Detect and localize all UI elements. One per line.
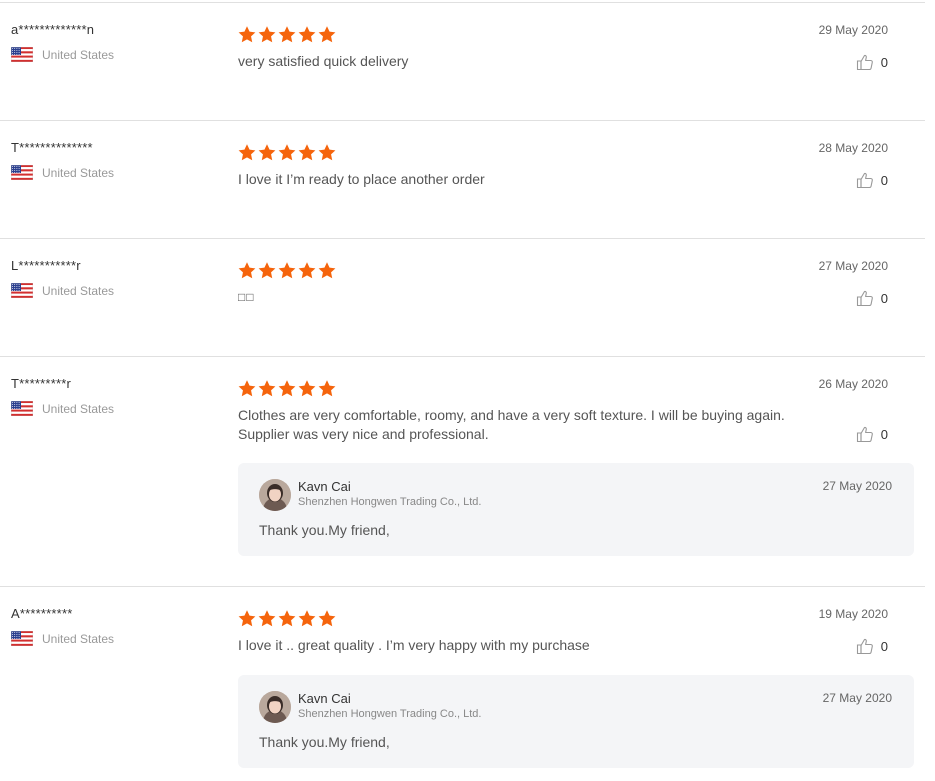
star-icon bbox=[278, 144, 296, 161]
helpful-count: 0 bbox=[880, 290, 888, 306]
reviewer-country: United States bbox=[11, 165, 114, 180]
country-name: United States bbox=[42, 47, 115, 62]
country-name: United States bbox=[42, 401, 115, 416]
review-item: a*************n United States very satis… bbox=[0, 2, 925, 120]
star-rating bbox=[237, 379, 337, 398]
star-icon bbox=[318, 144, 336, 161]
review-text: Clothes are very comfortable, roomy, and… bbox=[238, 407, 785, 442]
helpful-button[interactable]: 0 bbox=[856, 289, 888, 307]
review-item: L***********r United States □□ 27 May 20… bbox=[0, 238, 925, 356]
review-date: 19 May 2020 bbox=[818, 607, 888, 621]
star-icon bbox=[278, 26, 296, 43]
star-icon bbox=[238, 262, 256, 279]
seller-name: Kavn Cai bbox=[298, 479, 351, 494]
star-icon bbox=[238, 144, 256, 161]
country-name: United States bbox=[42, 165, 115, 180]
reviewer-name: A********** bbox=[11, 606, 73, 621]
reply-text: Thank you.My friend, bbox=[259, 734, 390, 750]
star-icon bbox=[258, 610, 276, 627]
helpful-count: 0 bbox=[880, 54, 888, 70]
thumbs-up-icon[interactable] bbox=[856, 425, 874, 443]
us-flag-icon bbox=[11, 631, 33, 646]
star-icon bbox=[298, 610, 316, 627]
us-flag-icon bbox=[11, 401, 33, 416]
seller-store-name: Shenzhen Hongwen Trading Co., Ltd. bbox=[298, 496, 482, 508]
star-icon bbox=[278, 610, 296, 627]
star-icon bbox=[258, 380, 276, 397]
country-name: United States bbox=[42, 283, 115, 298]
seller-reply: Kavn Cai Shenzhen Hongwen Trading Co., L… bbox=[238, 675, 914, 768]
reviewer-info: a*************n United States bbox=[11, 22, 114, 62]
star-icon bbox=[258, 144, 276, 161]
star-icon bbox=[318, 610, 336, 627]
star-rating bbox=[237, 143, 337, 162]
reviewer-country: United States bbox=[11, 47, 114, 62]
review-date: 26 May 2020 bbox=[818, 377, 888, 391]
helpful-button[interactable]: 0 bbox=[856, 425, 888, 443]
helpful-button[interactable]: 0 bbox=[856, 53, 888, 71]
review-item: A********** United States I love it .. g… bbox=[0, 586, 925, 781]
review-date: 28 May 2020 bbox=[818, 141, 888, 155]
review-item: T*********r United States Clothes are ve… bbox=[0, 356, 925, 586]
review-list: a*************n United States very satis… bbox=[0, 0, 935, 781]
thumbs-up-icon[interactable] bbox=[856, 289, 874, 307]
star-icon bbox=[318, 26, 336, 43]
star-rating bbox=[237, 609, 337, 628]
star-icon bbox=[318, 262, 336, 279]
thumbs-up-icon[interactable] bbox=[856, 171, 874, 189]
helpful-count: 0 bbox=[880, 172, 888, 188]
seller-avatar bbox=[259, 479, 291, 511]
helpful-button[interactable]: 0 bbox=[856, 637, 888, 655]
review-text: □□ bbox=[238, 290, 255, 304]
star-icon bbox=[238, 610, 256, 627]
review-text: very satisfied quick delivery bbox=[238, 53, 409, 69]
star-icon bbox=[238, 26, 256, 43]
helpful-count: 0 bbox=[880, 426, 888, 442]
us-flag-icon bbox=[11, 47, 33, 62]
reviewer-name: T************** bbox=[11, 140, 93, 155]
star-rating bbox=[237, 25, 337, 44]
reply-text: Thank you.My friend, bbox=[259, 522, 390, 538]
star-icon bbox=[298, 26, 316, 43]
us-flag-icon bbox=[11, 165, 33, 180]
reviewer-country: United States bbox=[11, 631, 114, 646]
seller-avatar bbox=[259, 691, 291, 723]
thumbs-up-icon[interactable] bbox=[856, 53, 874, 71]
review-date: 27 May 2020 bbox=[818, 259, 888, 273]
reviewer-country: United States bbox=[11, 283, 114, 298]
country-name: United States bbox=[42, 631, 115, 646]
seller-name: Kavn Cai bbox=[298, 691, 351, 706]
star-rating bbox=[237, 261, 337, 280]
star-icon bbox=[238, 380, 256, 397]
helpful-count: 0 bbox=[880, 638, 888, 654]
review-text: I love it I’m ready to place another ord… bbox=[238, 171, 485, 187]
thumbs-up-icon[interactable] bbox=[856, 637, 874, 655]
star-icon bbox=[318, 380, 336, 397]
reviewer-info: A********** United States bbox=[11, 606, 114, 646]
reviewer-name: a*************n bbox=[11, 22, 95, 37]
reviewer-info: T************** United States bbox=[11, 140, 114, 180]
star-icon bbox=[278, 380, 296, 397]
star-icon bbox=[278, 262, 296, 279]
star-icon bbox=[298, 380, 316, 397]
star-icon bbox=[258, 262, 276, 279]
star-icon bbox=[258, 26, 276, 43]
reviewer-country: United States bbox=[11, 401, 114, 416]
reviewer-name: T*********r bbox=[11, 376, 72, 391]
star-icon bbox=[298, 262, 316, 279]
seller-reply: Kavn Cai Shenzhen Hongwen Trading Co., L… bbox=[238, 463, 914, 556]
seller-store-name: Shenzhen Hongwen Trading Co., Ltd. bbox=[298, 708, 482, 720]
us-flag-icon bbox=[11, 283, 33, 298]
review-text: I love it .. great quality . I’m very ha… bbox=[238, 637, 590, 653]
review-item: T************** United States I love it … bbox=[0, 120, 925, 238]
reviewer-info: T*********r United States bbox=[11, 376, 114, 416]
reviewer-info: L***********r United States bbox=[11, 258, 114, 298]
reply-date: 27 May 2020 bbox=[822, 691, 892, 705]
helpful-button[interactable]: 0 bbox=[856, 171, 888, 189]
star-icon bbox=[298, 144, 316, 161]
reply-date: 27 May 2020 bbox=[822, 479, 892, 493]
reviewer-name: L***********r bbox=[11, 258, 81, 273]
review-date: 29 May 2020 bbox=[818, 23, 888, 37]
